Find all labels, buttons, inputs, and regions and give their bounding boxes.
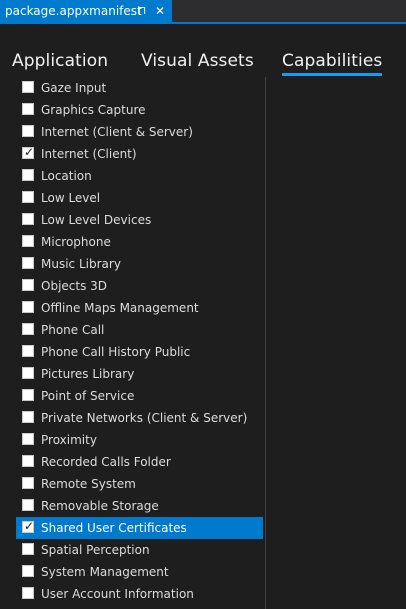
capability-label: Objects 3D: [41, 279, 108, 293]
capability-checkbox[interactable]: [22, 191, 34, 203]
capability-label: Recorded Calls Folder: [41, 455, 171, 469]
capability-checkbox[interactable]: [22, 587, 34, 599]
capability-checkbox[interactable]: [22, 169, 34, 181]
capability-item[interactable]: Private Networks (Client & Server): [16, 407, 263, 429]
capability-label: Gaze Input: [41, 81, 107, 95]
capability-label: Location: [41, 169, 92, 183]
capability-checkbox[interactable]: [22, 499, 34, 511]
capability-checkbox[interactable]: [22, 125, 34, 137]
capability-label: Internet (Client): [41, 147, 137, 161]
capability-item[interactable]: Location: [16, 165, 263, 187]
capability-item[interactable]: Microphone: [16, 231, 263, 253]
capability-checkbox[interactable]: [22, 543, 34, 555]
capability-label: Removable Storage: [41, 499, 159, 513]
document-tab-package-appxmanifest[interactable]: package.appxmanifest ⊓ ✕: [0, 0, 172, 22]
capability-checkbox[interactable]: [22, 213, 34, 225]
capability-item[interactable]: Low Level Devices: [16, 209, 263, 231]
capability-label: Pictures Library: [41, 367, 135, 381]
pin-icon[interactable]: ⊓: [135, 0, 149, 22]
capability-checkbox[interactable]: [22, 367, 34, 379]
capability-item[interactable]: Point of Service: [16, 385, 263, 407]
capability-item[interactable]: Internet (Client & Server): [16, 121, 263, 143]
capability-label: Phone Call History Public: [41, 345, 191, 359]
capability-label: Microphone: [41, 235, 111, 249]
capability-checkbox[interactable]: [22, 389, 34, 401]
capability-checkbox[interactable]: ✓: [22, 519, 35, 533]
capability-label: Music Library: [41, 257, 121, 271]
capability-item[interactable]: Removable Storage: [16, 495, 263, 517]
capability-checkbox[interactable]: [22, 323, 34, 335]
document-tab-strip: package.appxmanifest ⊓ ✕: [0, 0, 406, 24]
capability-label: System Management: [41, 565, 169, 579]
capability-item[interactable]: Spatial Perception: [16, 539, 263, 561]
check-icon: ✓: [23, 145, 35, 159]
capability-item[interactable]: Recorded Calls Folder: [16, 451, 263, 473]
capability-checkbox[interactable]: [22, 345, 34, 357]
capability-item[interactable]: Objects 3D: [16, 275, 263, 297]
capability-checkbox[interactable]: [22, 477, 34, 489]
capability-item[interactable]: Proximity: [16, 429, 263, 451]
capability-label: Low Level Devices: [41, 213, 152, 227]
capability-label: Private Networks (Client & Server): [41, 411, 248, 425]
capability-checkbox[interactable]: [22, 257, 34, 269]
capability-item[interactable]: Music Library: [16, 253, 263, 275]
capability-checkbox[interactable]: [22, 103, 34, 115]
capability-item[interactable]: User Account Information: [16, 583, 263, 605]
capability-checkbox[interactable]: [22, 455, 34, 467]
capability-label: Point of Service: [41, 389, 135, 403]
capability-item[interactable]: Gaze Input: [16, 77, 263, 99]
capability-item[interactable]: System Management: [16, 561, 263, 583]
capability-label: Proximity: [41, 433, 97, 447]
close-icon[interactable]: ✕: [153, 0, 167, 22]
capability-checkbox[interactable]: [22, 279, 34, 291]
tab-application[interactable]: Application: [12, 51, 108, 71]
capability-checkbox[interactable]: ✓: [22, 145, 35, 159]
capability-item[interactable]: Phone Call History Public: [16, 341, 263, 363]
capability-checkbox[interactable]: [22, 411, 34, 423]
capability-label: Remote System: [41, 477, 136, 491]
capability-item[interactable]: Phone Call: [16, 319, 263, 341]
capability-checkbox[interactable]: [22, 235, 34, 247]
capability-item[interactable]: ✓ Shared User Certificates: [16, 517, 263, 539]
capability-label: Low Level: [41, 191, 101, 205]
capability-item[interactable]: Pictures Library: [16, 363, 263, 385]
capabilities-list: Gaze Input Graphics Capture Internet (Clie…: [14, 77, 266, 609]
manifest-section-tabs: Application Visual Assets Capabilities: [0, 24, 406, 82]
tab-visual-assets[interactable]: Visual Assets: [141, 51, 254, 71]
capability-checkbox[interactable]: [22, 81, 34, 93]
capability-label: Internet (Client & Server): [41, 125, 193, 139]
capability-item[interactable]: Low Level: [16, 187, 263, 209]
capability-label: Phone Call: [41, 323, 105, 337]
tab-capabilities[interactable]: Capabilities: [282, 51, 383, 76]
check-icon: ✓: [23, 519, 35, 533]
capability-label: Spatial Perception: [41, 543, 150, 557]
capability-item[interactable]: Remote System: [16, 473, 263, 495]
capability-item[interactable]: Offline Maps Management: [16, 297, 263, 319]
capability-item[interactable]: ✓ Internet (Client): [16, 143, 263, 165]
document-tab-title: package.appxmanifest: [5, 4, 142, 18]
capability-item[interactable]: Graphics Capture: [16, 99, 263, 121]
capability-checkbox[interactable]: [22, 301, 34, 313]
capability-label: Graphics Capture: [41, 103, 146, 117]
capability-label: Shared User Certificates: [41, 521, 187, 535]
capability-label: User Account Information: [41, 587, 194, 601]
capability-label: Offline Maps Management: [41, 301, 199, 315]
capability-checkbox[interactable]: [22, 433, 34, 445]
capability-checkbox[interactable]: [22, 565, 34, 577]
